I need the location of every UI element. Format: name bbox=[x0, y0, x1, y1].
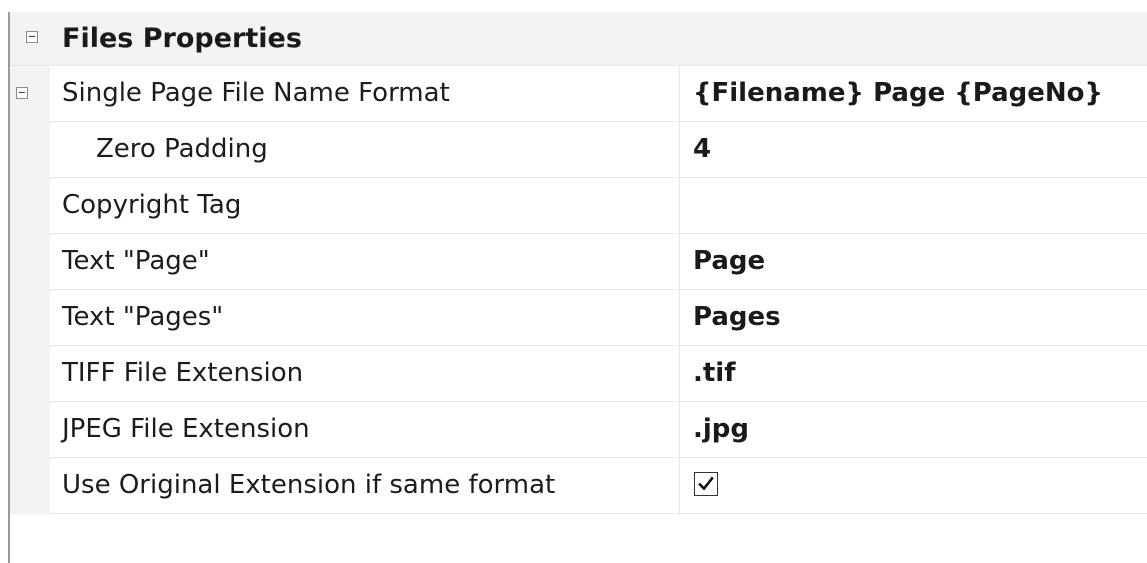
property-row-use-original-extension[interactable]: Use Original Extension if same format bbox=[50, 458, 1147, 514]
property-row-copyright-tag[interactable]: Copyright Tag bbox=[50, 178, 1147, 234]
property-name: Zero Padding bbox=[50, 122, 680, 177]
property-name: Copyright Tag bbox=[50, 178, 680, 233]
category-title: Files Properties bbox=[62, 23, 302, 54]
property-value-checkbox-cell bbox=[680, 458, 1147, 513]
property-row-zero-padding[interactable]: Zero Padding 4 bbox=[50, 122, 1147, 178]
collapse-minus-icon[interactable] bbox=[26, 31, 38, 43]
grid-gutter bbox=[10, 66, 50, 514]
property-value[interactable]: .tif bbox=[680, 346, 1147, 401]
property-value[interactable]: {Filename} Page {PageNo} bbox=[680, 66, 1147, 121]
property-row-jpeg-extension[interactable]: JPEG File Extension .jpg bbox=[50, 402, 1147, 458]
collapse-minus-icon[interactable] bbox=[16, 87, 28, 99]
property-value[interactable]: Page bbox=[680, 234, 1147, 289]
property-grid: Files Properties Single Page File Name F… bbox=[0, 0, 1147, 563]
property-value[interactable]: Pages bbox=[680, 290, 1147, 345]
use-original-extension-checkbox[interactable] bbox=[694, 472, 718, 496]
property-name: Text "Page" bbox=[50, 234, 680, 289]
property-name: Use Original Extension if same format bbox=[50, 458, 680, 513]
property-row-single-page-format[interactable]: Single Page File Name Format {Filename} … bbox=[50, 66, 1147, 122]
property-value[interactable]: .jpg bbox=[680, 402, 1147, 457]
category-files-properties[interactable]: Files Properties bbox=[10, 12, 1147, 66]
property-name: TIFF File Extension bbox=[50, 346, 680, 401]
property-name: Text "Pages" bbox=[50, 290, 680, 345]
property-row-text-pages[interactable]: Text "Pages" Pages bbox=[50, 290, 1147, 346]
property-name: JPEG File Extension bbox=[50, 402, 680, 457]
checkmark-icon bbox=[698, 476, 714, 491]
property-row-text-page[interactable]: Text "Page" Page bbox=[50, 234, 1147, 290]
property-value[interactable]: 4 bbox=[680, 122, 1147, 177]
property-value[interactable] bbox=[680, 178, 1147, 233]
property-name: Single Page File Name Format bbox=[50, 66, 680, 121]
property-row-tiff-extension[interactable]: TIFF File Extension .tif bbox=[50, 346, 1147, 402]
